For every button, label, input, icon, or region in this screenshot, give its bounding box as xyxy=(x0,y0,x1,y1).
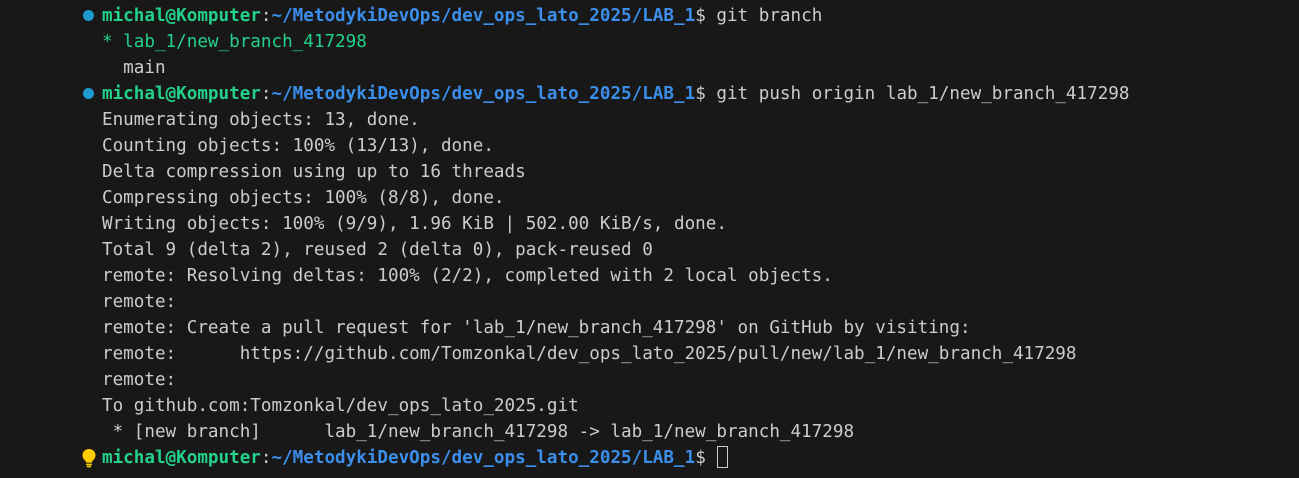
output-line: Delta compression using up to 16 threads xyxy=(102,162,526,182)
prompt-user-host: michal@Komputer xyxy=(102,448,261,468)
prompt-separator: : xyxy=(260,448,272,468)
terminal-panel[interactable]: michal@Komputer:~/MetodykiDevOps/dev_ops… xyxy=(0,0,1299,478)
prompt-line[interactable]: michal@Komputer:~/MetodykiDevOps/dev_ops… xyxy=(102,445,729,471)
output-line: Writing objects: 100% (9/9), 1.96 KiB | … xyxy=(102,214,727,234)
command-text: git push origin lab_1/new_branch_417298 xyxy=(716,84,1130,104)
output-line: * [new branch] lab_1/new_branch_417298 -… xyxy=(102,422,855,442)
output-line: Total 9 (delta 2), reused 2 (delta 0), p… xyxy=(102,240,653,260)
output-line: remote: Create a pull request for 'lab_1… xyxy=(102,318,971,338)
output-line: To github.com:Tomzonkal/dev_ops_lato_202… xyxy=(102,396,579,416)
output-line: main xyxy=(102,58,166,78)
command-decoration[interactable] xyxy=(80,81,98,107)
prompt-separator: : xyxy=(260,84,272,104)
prompt-path: ~/MetodykiDevOps/dev_ops_lato_2025/LAB_1 xyxy=(271,84,696,104)
prompt-user-host: michal@Komputer xyxy=(102,6,261,26)
prompt-line: michal@Komputer:~/MetodykiDevOps/dev_ops… xyxy=(102,3,822,29)
prompt-line: michal@Komputer:~/MetodykiDevOps/dev_ops… xyxy=(102,81,1129,107)
circle-success-icon xyxy=(83,88,94,99)
output-line: * lab_1/new_branch_417298 xyxy=(102,29,367,55)
output-line: remote: xyxy=(102,292,187,312)
lightbulb-icon xyxy=(82,449,96,468)
output-line: remote: xyxy=(102,370,187,390)
output-line: Enumerating objects: 13, done. xyxy=(102,110,420,130)
prompt-symbol: $ xyxy=(695,6,706,26)
quick-fix-decoration[interactable] xyxy=(80,445,98,471)
output-line: remote: Resolving deltas: 100% (2/2), co… xyxy=(102,266,833,286)
terminal-cursor[interactable] xyxy=(717,446,729,468)
prompt-path: ~/MetodykiDevOps/dev_ops_lato_2025/LAB_1 xyxy=(271,6,696,26)
prompt-separator: : xyxy=(260,6,272,26)
command-decoration[interactable] xyxy=(80,3,98,29)
output-line[interactable]: remote: https://github.com/Tomzonkal/dev… xyxy=(102,341,1077,367)
prompt-user-host: michal@Komputer xyxy=(102,84,261,104)
prompt-symbol: $ xyxy=(695,84,706,104)
command-text: git branch xyxy=(716,6,823,26)
circle-success-icon xyxy=(83,10,94,21)
current-branch: * lab_1/new_branch_417298 xyxy=(102,32,367,52)
prompt-symbol: $ xyxy=(695,448,706,468)
output-line: Compressing objects: 100% (8/8), done. xyxy=(102,188,505,208)
output-line: Counting objects: 100% (13/13), done. xyxy=(102,136,494,156)
prompt-path: ~/MetodykiDevOps/dev_ops_lato_2025/LAB_1 xyxy=(271,448,696,468)
